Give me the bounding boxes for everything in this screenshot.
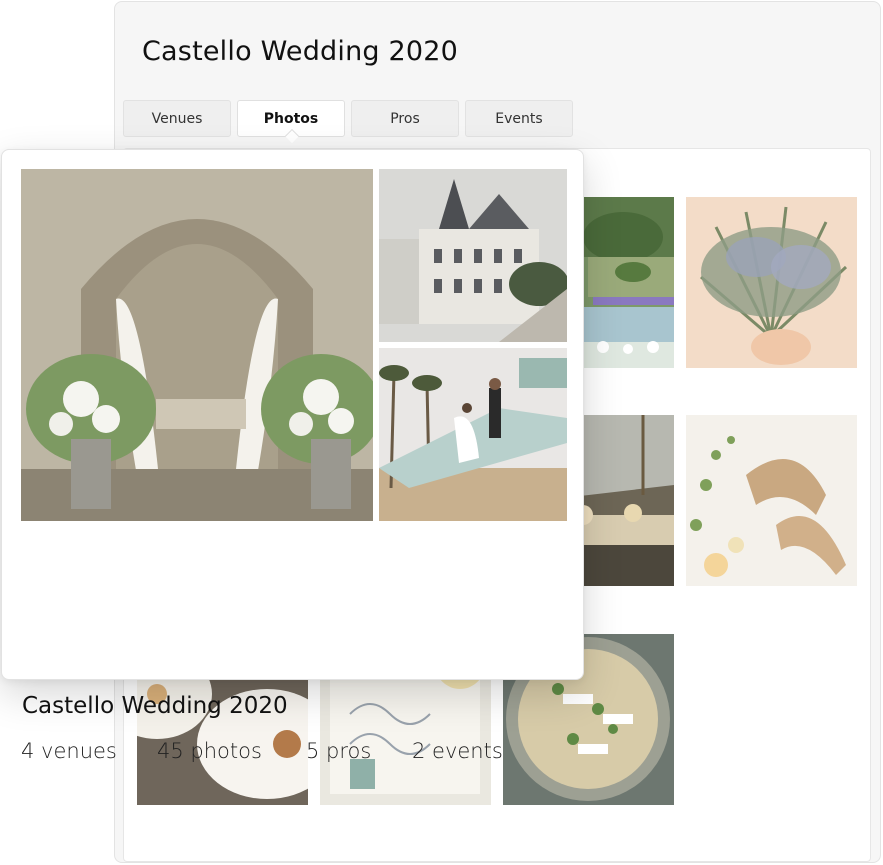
stat-pros[interactable]: 5 pros bbox=[306, 739, 371, 763]
photo-thumb-lavender[interactable] bbox=[686, 197, 857, 368]
tab-venues[interactable]: Venues bbox=[123, 100, 231, 137]
stat-photos[interactable]: 45 photos bbox=[157, 739, 262, 763]
photo-thumb-shoes[interactable] bbox=[686, 415, 857, 586]
stat-events[interactable]: 2 events bbox=[412, 739, 503, 763]
hero-photo-beach-couple bbox=[379, 348, 567, 521]
stat-venues[interactable]: 4 venues bbox=[21, 739, 117, 763]
tab-pros[interactable]: Pros bbox=[351, 100, 459, 137]
summary-card[interactable]: Castello Wedding 2020 4 venues 45 photos… bbox=[1, 149, 584, 763]
hero-photo-arch bbox=[21, 169, 373, 521]
card-title: Castello Wedding 2020 bbox=[22, 693, 288, 719]
tab-events[interactable]: Events bbox=[465, 100, 573, 137]
page-title: Castello Wedding 2020 bbox=[142, 36, 459, 67]
hero-photo-mansion bbox=[379, 169, 567, 342]
